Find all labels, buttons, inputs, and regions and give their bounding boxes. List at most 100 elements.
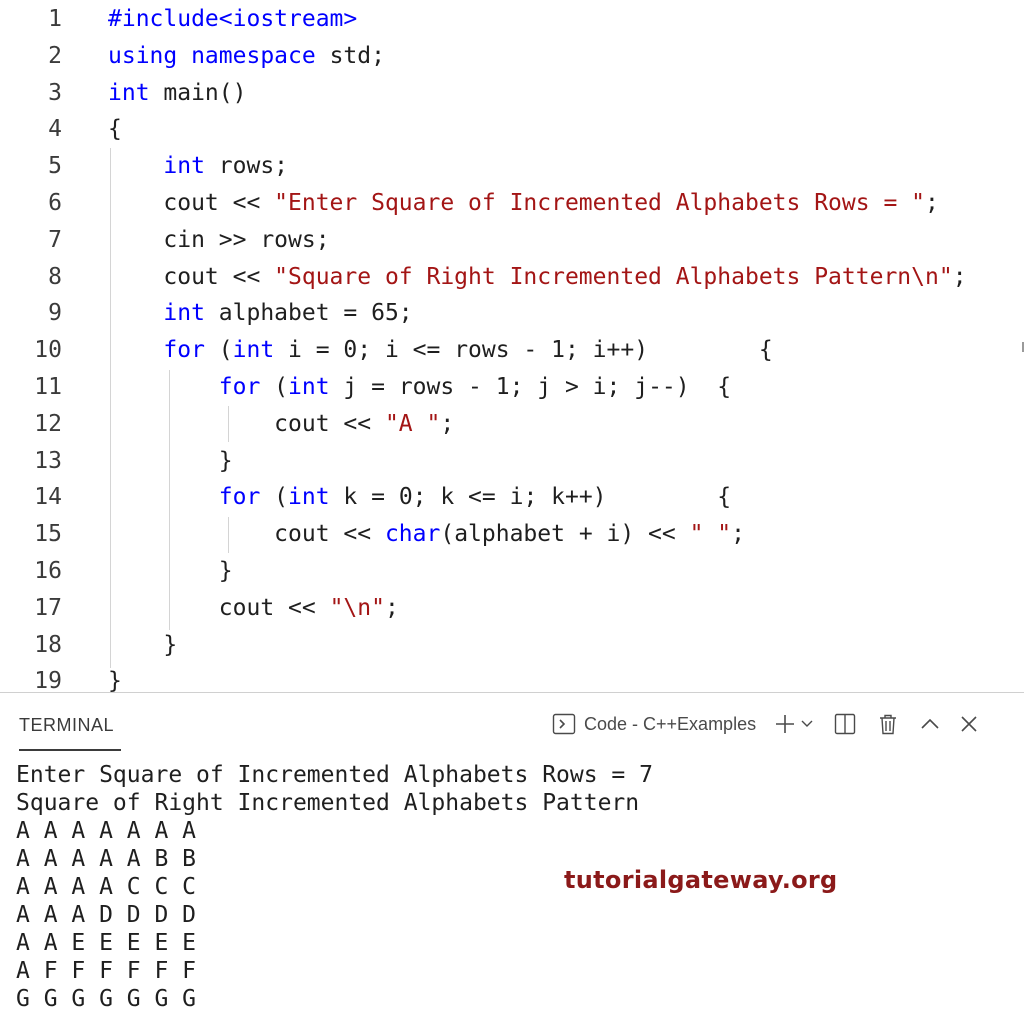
code-text: int rows;: [108, 148, 288, 185]
line-number: 11: [34, 374, 62, 400]
keyword: int: [288, 374, 330, 400]
code-text: for (int i = 0; i <= rows - 1; i++) {: [108, 332, 773, 369]
line-number: 15: [34, 521, 62, 548]
code-text: cout << "Square of Right Incremented Alp…: [108, 259, 967, 296]
code-text: int main(): [108, 75, 246, 112]
line-number: 13: [34, 447, 62, 474]
code-token: cout <<: [108, 521, 385, 548]
terminal-output-line: A A A D D D D: [16, 902, 197, 928]
code-line[interactable]: 5 int rows;: [0, 148, 1024, 185]
code-token: cout <<: [108, 410, 385, 437]
chevron-down-icon[interactable]: [800, 717, 814, 731]
code-token: cout <<: [108, 190, 275, 216]
split-terminal-icon[interactable]: [834, 713, 856, 735]
keyword: int: [163, 153, 205, 180]
line-number: 14: [34, 484, 62, 511]
code-token: j = rows - 1; j > i; j--) {: [329, 374, 732, 400]
terminal-header: TERMINAL Code - C++Examples: [0, 693, 1024, 751]
line-number: 6: [48, 190, 62, 216]
trash-icon[interactable]: [878, 713, 898, 735]
code-text: cout << "Enter Square of Incremented Alp…: [108, 185, 938, 222]
terminal-output-line: Enter Square of Incremented Alphabets Ro…: [16, 762, 653, 788]
code-token: }: [108, 447, 233, 474]
code-token: cout <<: [108, 263, 275, 290]
code-editor[interactable]: 1 #include<iostream> 2 using namespace std;…: [0, 0, 1024, 692]
code-line[interactable]: 18 }: [0, 627, 1024, 664]
code-token: alphabet = 65;: [204, 300, 413, 327]
tab-terminal[interactable]: TERMINAL: [19, 715, 114, 736]
terminal-output-line: A A A A C C C: [16, 874, 197, 900]
line-number: 12: [34, 410, 62, 437]
code-token: ;: [440, 410, 455, 437]
keyword: int: [108, 79, 150, 106]
code-token: i = 0; i <= rows - 1; i++) {: [274, 337, 773, 364]
code-token: cin >> rows;: [108, 226, 330, 253]
code-token: }: [108, 668, 122, 692]
maximize-panel-icon[interactable]: [920, 717, 940, 731]
code-text: cout << "A ";: [108, 406, 454, 443]
line-number: 16: [34, 558, 62, 584]
code-text: cout << char(alphabet + i) << " ";: [108, 516, 745, 553]
close-icon[interactable]: [960, 715, 978, 733]
code-token: main(): [149, 79, 247, 106]
code-line[interactable]: 17 cout << "\n";: [0, 590, 1024, 627]
terminal-panel: TERMINAL Code - C++Examples Enter Square…: [0, 692, 1024, 1012]
code-line[interactable]: 2 using namespace std;: [0, 38, 1024, 75]
code-line[interactable]: 6 cout << "Enter Square of Incremented A…: [0, 185, 1024, 222]
code-line[interactable]: 3 int main(): [0, 75, 1024, 112]
code-line[interactable]: 15 cout << char(alphabet + i) << " ";: [0, 516, 1024, 553]
code-text: int alphabet = 65;: [108, 295, 413, 332]
active-tab-indicator: [19, 749, 121, 751]
string-literal: "\n": [329, 594, 385, 621]
code-text: for (int j = rows - 1; j > i; j--) {: [108, 369, 731, 406]
code-line[interactable]: 12 cout << "A ";: [0, 406, 1024, 443]
code-text: cin >> rows;: [108, 222, 330, 259]
code-line[interactable]: 16 }: [0, 553, 1024, 590]
terminal-name[interactable]: Code - C++Examples: [584, 714, 756, 735]
code-token: ;: [384, 594, 399, 621]
code-line[interactable]: 1 #include<iostream>: [0, 1, 1024, 38]
code-line[interactable]: 13 }: [0, 443, 1024, 480]
code-line[interactable]: 10 for (int i = 0; i <= rows - 1; i++) {: [0, 332, 1024, 369]
code-line[interactable]: 7 cin >> rows;: [0, 222, 1024, 259]
code-line[interactable]: 8 cout << "Square of Right Incremented A…: [0, 259, 1024, 296]
line-number: 3: [48, 79, 62, 106]
code-token: ;: [952, 263, 967, 290]
line-number: 9: [48, 300, 62, 327]
code-token: (: [260, 374, 289, 400]
keyword: using namespace: [108, 42, 316, 69]
line-number: 19: [34, 668, 62, 692]
code-text: {: [108, 111, 122, 148]
keyword: for: [218, 374, 261, 400]
code-line[interactable]: 9 int alphabet = 65;: [0, 295, 1024, 332]
code-token: (: [260, 484, 289, 511]
keyword: char: [384, 521, 441, 548]
keyword: int: [232, 337, 275, 364]
code-line[interactable]: 19}: [0, 663, 1024, 692]
keyword: for: [218, 484, 261, 511]
watermark-logo: tutorialgateway.org: [564, 866, 838, 894]
code-line[interactable]: 4{: [0, 111, 1024, 148]
string-literal: "Enter Square of Incremented Alphabets R…: [274, 190, 925, 216]
code-line[interactable]: 14 for (int k = 0; k <= i; k++) {: [0, 479, 1024, 516]
add-terminal-icon[interactable]: [774, 713, 796, 735]
terminal-output-line: Square of Right Incremented Alphabets Pa…: [16, 790, 640, 816]
line-number: 18: [34, 631, 62, 658]
terminal-icon[interactable]: [552, 713, 576, 735]
code-text: #include<iostream>: [108, 1, 357, 38]
keyword: #include<iostream>: [108, 6, 358, 32]
string-literal: "Square of Right Incremented Alphabets P…: [274, 263, 953, 290]
code-token: ;: [731, 521, 745, 548]
terminal-toolbar: Code - C++Examples: [552, 709, 978, 739]
terminal-output[interactable]: Enter Square of Incremented Alphabets Ro…: [16, 761, 653, 1012]
keyword: int: [163, 300, 205, 327]
terminal-output-line: A A A A A A A: [16, 818, 197, 844]
line-number: 10: [34, 337, 62, 364]
code-line[interactable]: 11 for (int j = rows - 1; j > i; j--) {: [0, 369, 1024, 406]
code-token: rows;: [204, 153, 289, 180]
code-token: }: [108, 558, 233, 584]
